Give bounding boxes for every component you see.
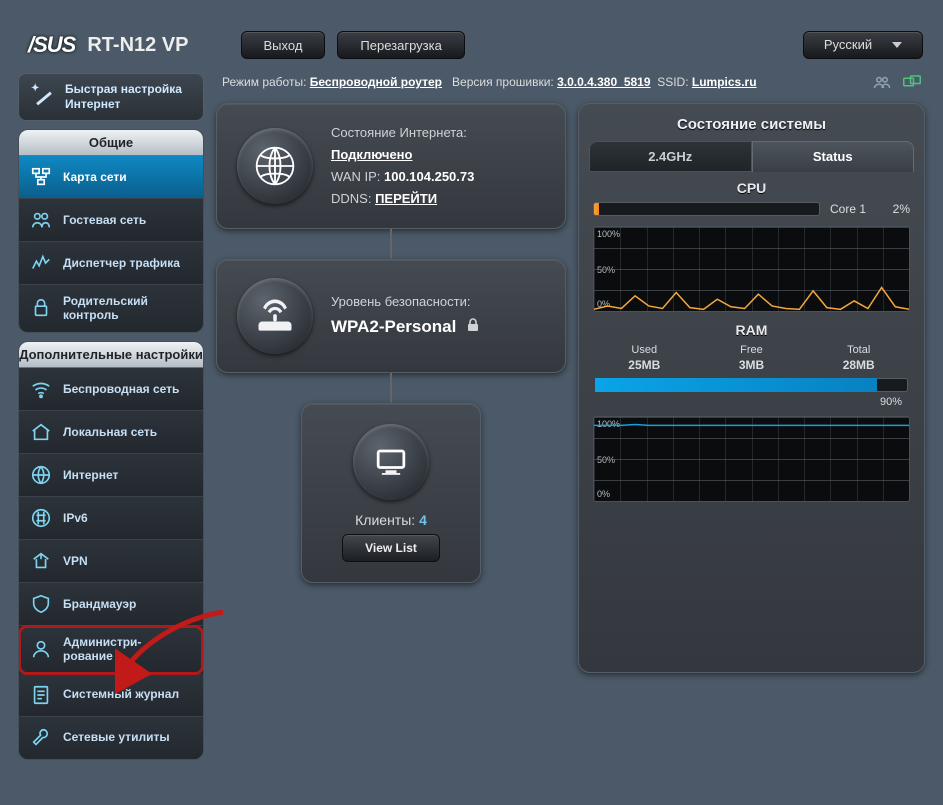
screens-icon[interactable]	[903, 75, 921, 89]
clients-label: Клиенты:	[355, 512, 415, 528]
firmware-link[interactable]: 3.0.0.4.380_5819	[557, 75, 650, 89]
status-bar: Режим работы: Беспроводной роутер Версия…	[216, 73, 925, 95]
sidebar-item-label: Сетевые утилиты	[63, 730, 170, 744]
operation-mode-link[interactable]: Беспроводной роутер	[310, 75, 442, 89]
sidebar-item-label: Беспроводная сеть	[63, 382, 179, 396]
internet-status-value[interactable]: Подключено	[331, 147, 412, 162]
sidebar-item-wan[interactable]: Интернет	[19, 454, 203, 497]
clients-count: 4	[419, 512, 427, 528]
ddns-link[interactable]: ПЕРЕЙТИ	[375, 191, 437, 206]
sidebar-item-label: Гостевая сеть	[63, 213, 146, 227]
reboot-button[interactable]: Перезагрузка	[337, 31, 464, 59]
ssid-link[interactable]: Lumpics.ru	[692, 75, 757, 89]
sidebar-item-network-map[interactable]: Карта сети	[19, 156, 203, 199]
cpu-title: CPU	[589, 180, 914, 196]
system-status-title: Состояние системы	[589, 116, 914, 133]
network-tools-icon	[29, 726, 53, 750]
cpu-core1-value: 2%	[882, 202, 910, 216]
guest-network-icon	[29, 208, 53, 232]
sidebar-item-label: Интернет	[63, 468, 118, 482]
sidebar-item-lan[interactable]: Локальная сеть	[19, 411, 203, 454]
cpu-graph: 100% 50% 0%	[593, 226, 910, 312]
quick-setup-button[interactable]: Быстрая настройка Интернет	[18, 73, 204, 121]
ram-percent: 90%	[880, 396, 902, 408]
wireless-icon	[29, 377, 53, 401]
quick-setup-label: Быстрая настройка Интернет	[65, 82, 193, 112]
ram-total-value: 28MB	[843, 358, 875, 372]
globe-icon	[237, 128, 313, 204]
menu-general-title: Общие	[19, 130, 203, 156]
sidebar-item-parental-control[interactable]: Родительский контроль	[19, 285, 203, 332]
ram-graph: 100% 50% 0%	[593, 416, 910, 502]
monitor-icon	[353, 424, 429, 500]
connector-line	[390, 373, 392, 403]
sidebar-item-label: IPv6	[63, 511, 88, 525]
lan-icon	[29, 420, 53, 444]
sidebar-item-label: Родительский контроль	[63, 294, 193, 323]
wan-icon	[29, 463, 53, 487]
chevron-down-icon	[892, 42, 902, 48]
sidebar-item-guest-network[interactable]: Гостевая сеть	[19, 199, 203, 242]
brand-logo: /SUS	[28, 32, 75, 58]
menu-advanced: Дополнительные настройки Беспроводная се…	[18, 341, 204, 760]
ram-stats: Used25MB Free3MB Total28MB	[589, 344, 914, 372]
sidebar-item-label: Локальная сеть	[63, 425, 157, 439]
firewall-icon	[29, 592, 53, 616]
sidebar-item-traffic-manager[interactable]: Диспетчер трафика	[19, 242, 203, 285]
sidebar-item-firewall[interactable]: Брандмауэр	[19, 583, 203, 626]
administration-icon	[29, 637, 53, 661]
security-level-label: Уровень безопасности:	[331, 291, 479, 313]
sidebar-item-label: VPN	[63, 554, 88, 568]
sidebar-item-label: Брандмауэр	[63, 597, 136, 611]
tab-24ghz[interactable]: 2.4GHz	[589, 141, 752, 172]
lock-icon	[467, 313, 479, 342]
sidebar-item-label: Системный журнал	[63, 687, 179, 701]
sidebar-item-label: Администри-рование	[63, 635, 141, 664]
ipv6-icon	[29, 506, 53, 530]
parental-control-icon	[29, 296, 53, 320]
menu-advanced-title: Дополнительные настройки	[19, 342, 203, 368]
users-icon[interactable]	[873, 75, 891, 89]
clients-card[interactable]: Клиенты: 4 View List	[301, 403, 481, 583]
ram-free-value: 3MB	[739, 358, 764, 372]
internet-status-card[interactable]: Состояние Интернета: Подключено WAN IP: …	[216, 103, 566, 229]
sidebar-item-administration[interactable]: Администри-рование	[19, 626, 203, 674]
system-status-panel: Состояние системы 2.4GHz Status CPU Core…	[578, 103, 925, 673]
sidebar-item-vpn[interactable]: VPN	[19, 540, 203, 583]
language-selector[interactable]: Русский	[803, 31, 923, 59]
traffic-manager-icon	[29, 251, 53, 275]
router-icon	[237, 278, 313, 354]
vpn-icon	[29, 549, 53, 573]
network-map-icon	[29, 165, 53, 189]
language-label: Русский	[824, 31, 872, 59]
ram-title: RAM	[589, 322, 914, 338]
sidebar-item-system-log[interactable]: Системный журнал	[19, 674, 203, 717]
wan-ip-value: 100.104.250.73	[384, 169, 474, 184]
sidebar-item-wireless[interactable]: Беспроводная сеть	[19, 368, 203, 411]
cpu-core1-label: Core 1	[830, 202, 872, 216]
logout-button[interactable]: Выход	[241, 31, 326, 59]
sidebar-item-network-tools[interactable]: Сетевые утилиты	[19, 717, 203, 759]
tab-status[interactable]: Status	[752, 141, 915, 172]
security-level-value: WPA2-Personal	[331, 317, 456, 336]
view-list-button[interactable]: View List	[342, 534, 440, 562]
sidebar-item-label: Карта сети	[63, 170, 127, 184]
security-card[interactable]: Уровень безопасности: WPA2-Personal	[216, 259, 566, 373]
cpu-core1-bar	[593, 202, 820, 216]
ram-bar	[595, 378, 908, 392]
internet-status-label: Состояние Интернета:	[331, 122, 474, 144]
menu-general: Общие Карта сети Гостевая сеть Диспетчер т…	[18, 129, 204, 333]
system-log-icon	[29, 683, 53, 707]
sidebar-item-label: Диспетчер трафика	[63, 256, 180, 270]
wand-icon	[29, 83, 57, 111]
model-name: RT-N12 VP	[87, 34, 188, 57]
ram-used-value: 25MB	[628, 358, 660, 372]
sidebar-item-ipv6[interactable]: IPv6	[19, 497, 203, 540]
connector-line	[390, 229, 392, 259]
